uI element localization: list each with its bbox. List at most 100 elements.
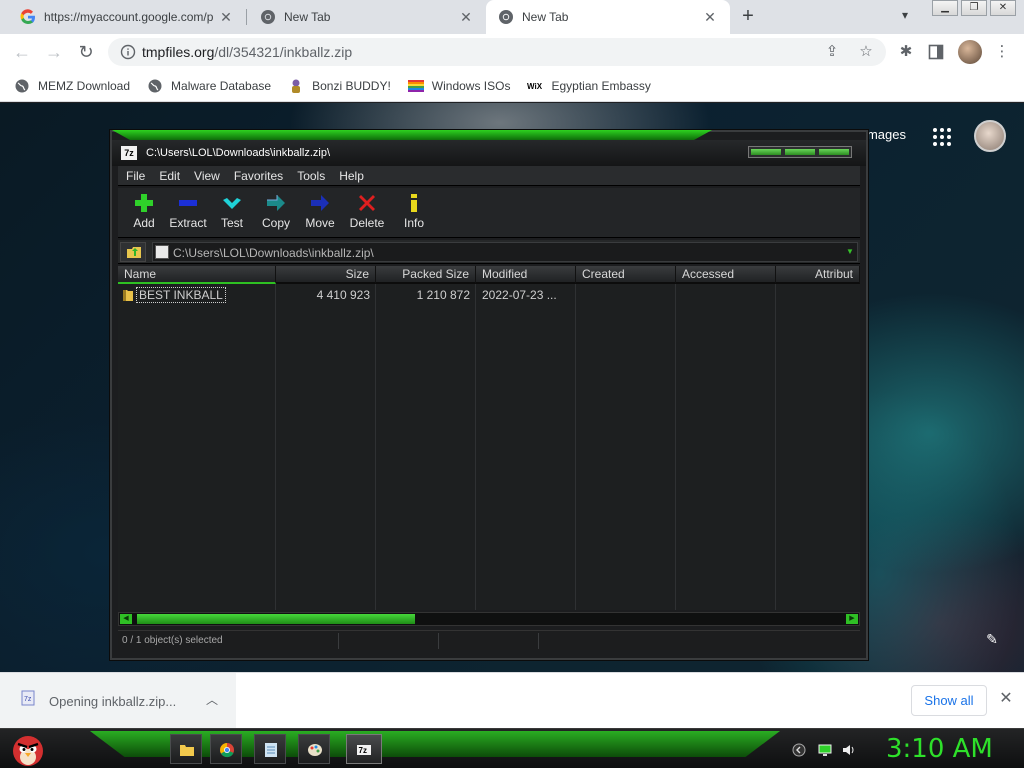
chevron-up-icon[interactable]: ︿ xyxy=(204,692,220,708)
extensions-puzzle-icon[interactable]: ✱ xyxy=(896,42,916,62)
tab-new-tab-2[interactable]: New Tab ✕ xyxy=(486,0,730,34)
sevenzip-path-bar: C:\Users\LOL\Downloads\inkballz.zip\ ▼ xyxy=(118,240,860,264)
back-arrow-icon[interactable]: ← xyxy=(10,40,34,64)
taskbar-explorer-button[interactable] xyxy=(170,734,202,764)
tab-close-icon[interactable]: ✕ xyxy=(218,9,234,25)
close-shelf-icon[interactable]: ✕ xyxy=(998,691,1014,707)
zip-file-icon: 7z xyxy=(21,690,35,706)
network-monitor-icon[interactable] xyxy=(818,743,832,757)
minimize-icon[interactable]: ▁ xyxy=(932,0,958,16)
horizontal-scrollbar[interactable]: ◀ ▶ xyxy=(118,612,860,626)
sevenzip-menubar: File Edit View Favorites Tools Help xyxy=(118,166,860,186)
tab-search-chevron-icon[interactable]: ▾ xyxy=(895,8,915,26)
bookmark-egyptian-embassy[interactable]: WiX Egyptian Embassy xyxy=(527,78,650,94)
file-list: Name Size Packed Size Modified Created A… xyxy=(118,266,860,610)
sevenzip-titlebar[interactable]: 7z C:\Users\LOL\Downloads\inkballz.zip\ xyxy=(112,140,866,166)
copy-label: Copy xyxy=(261,216,290,230)
tray-back-icon[interactable] xyxy=(792,743,806,757)
tab-close-icon[interactable]: ✕ xyxy=(702,9,718,25)
scrollbar-thumb[interactable] xyxy=(137,614,415,624)
table-row[interactable]: BEST INKBALL 4 410 923 1 210 872 2022-07… xyxy=(118,286,860,304)
delete-button[interactable]: Delete xyxy=(342,188,392,236)
scroll-left-icon[interactable]: ◀ xyxy=(120,614,132,624)
column-attributes[interactable]: Attribut xyxy=(776,266,860,284)
forward-arrow-icon[interactable]: → xyxy=(42,40,66,64)
taskbar-notepad-button[interactable] xyxy=(254,734,286,764)
tab-close-icon[interactable]: ✕ xyxy=(458,9,474,25)
column-modified[interactable]: Modified xyxy=(476,266,576,284)
sevenzip-minimize-icon[interactable] xyxy=(751,149,781,155)
column-divider xyxy=(575,284,576,610)
menu-edit[interactable]: Edit xyxy=(159,169,180,183)
profile-avatar[interactable] xyxy=(958,40,982,64)
sevenzip-maximize-icon[interactable] xyxy=(785,149,815,155)
menu-help[interactable]: Help xyxy=(339,169,364,183)
column-created[interactable]: Created xyxy=(576,266,676,284)
more-menu-icon[interactable]: ⋮ xyxy=(992,42,1012,62)
extract-button[interactable]: Extract xyxy=(166,188,210,236)
test-button[interactable]: Test xyxy=(210,188,254,236)
svg-text:7z: 7z xyxy=(24,696,32,703)
bookmark-label: Windows ISOs xyxy=(431,78,511,93)
path-dropdown-icon[interactable]: ▼ xyxy=(845,247,855,257)
taskbar-paint-button[interactable] xyxy=(298,734,330,764)
bookmark-malware-database[interactable]: Malware Database xyxy=(147,78,271,94)
taskbar-sevenzip-button[interactable]: 7z xyxy=(346,734,382,764)
copy-arrow-icon xyxy=(267,195,285,211)
file-size: 4 410 923 xyxy=(316,288,370,302)
taskbar-clock[interactable]: 3:10 AM xyxy=(886,734,993,764)
menu-view[interactable]: View xyxy=(194,169,220,183)
taskbar-chrome-button[interactable] xyxy=(210,734,242,764)
menu-file[interactable]: File xyxy=(126,169,145,183)
bookmark-memz-download[interactable]: MEMZ Download xyxy=(14,78,130,94)
copy-button[interactable]: Copy xyxy=(254,188,298,236)
url-path: /dl/354321/inkballz.zip xyxy=(214,44,353,60)
add-button[interactable]: Add xyxy=(122,188,166,236)
tab-new-tab-1[interactable]: New Tab ✕ xyxy=(240,0,486,34)
reload-icon[interactable]: ↻ xyxy=(74,40,98,64)
info-button[interactable]: Info xyxy=(392,188,436,236)
download-item[interactable]: 7z Opening inkballz.zip... ︿ xyxy=(0,673,236,729)
window-controls: ▁ ❐ ✕ xyxy=(929,0,1016,16)
customize-pencil-icon[interactable]: ✎ xyxy=(984,631,1000,647)
close-window-icon[interactable]: ✕ xyxy=(990,0,1016,16)
folder-up-button[interactable] xyxy=(120,242,146,262)
svg-text:7z: 7z xyxy=(359,746,367,755)
column-size[interactable]: Size xyxy=(276,266,376,284)
scroll-right-icon[interactable]: ▶ xyxy=(846,614,858,624)
new-tab-plus-icon[interactable]: + xyxy=(738,6,758,27)
column-accessed[interactable]: Accessed xyxy=(676,266,776,284)
side-panel-icon[interactable] xyxy=(928,44,944,60)
column-packed-size[interactable]: Packed Size xyxy=(376,266,476,284)
desktop: https://myaccount.google.com/p ✕ New Tab… xyxy=(0,0,1024,768)
file-attributes xyxy=(776,286,860,304)
status-divider xyxy=(338,633,339,649)
bookmark-bonzi-buddy[interactable]: Bonzi BUDDY! xyxy=(288,78,391,94)
menu-tools[interactable]: Tools xyxy=(297,169,325,183)
address-bar[interactable]: tmpfiles.org/dl/354321/inkballz.zip ⇪ ☆ xyxy=(108,38,886,66)
extract-minus-icon xyxy=(179,200,197,206)
column-name[interactable]: Name xyxy=(118,266,276,284)
move-button[interactable]: Move xyxy=(298,188,342,236)
site-info-icon[interactable] xyxy=(120,44,136,60)
menu-favorites[interactable]: Favorites xyxy=(234,169,283,183)
show-all-button[interactable]: Show all xyxy=(911,685,987,716)
google-account-avatar[interactable] xyxy=(974,120,1006,152)
volume-speaker-icon[interactable] xyxy=(842,743,856,757)
add-label: Add xyxy=(133,216,155,230)
bookmark-windows-isos[interactable]: Windows ISOs xyxy=(407,78,511,94)
chrome-icon xyxy=(220,743,234,758)
share-icon[interactable]: ⇪ xyxy=(822,42,842,62)
path-combobox[interactable]: C:\Users\LOL\Downloads\inkballz.zip\ ▼ xyxy=(152,242,858,262)
status-divider xyxy=(438,633,439,649)
sevenzip-close-icon[interactable] xyxy=(819,149,849,155)
start-angry-bird-icon[interactable] xyxy=(8,729,48,768)
archive-icon xyxy=(155,245,169,259)
column-divider xyxy=(475,284,476,610)
restore-icon[interactable]: ❐ xyxy=(961,0,987,16)
file-list-header: Name Size Packed Size Modified Created A… xyxy=(118,266,860,284)
file-modified: 2022-07-23 ... xyxy=(482,288,557,302)
tab-google-account[interactable]: https://myaccount.google.com/p ✕ xyxy=(0,0,246,34)
bookmark-star-icon[interactable]: ☆ xyxy=(856,42,876,62)
google-apps-grid-icon[interactable] xyxy=(932,127,952,147)
